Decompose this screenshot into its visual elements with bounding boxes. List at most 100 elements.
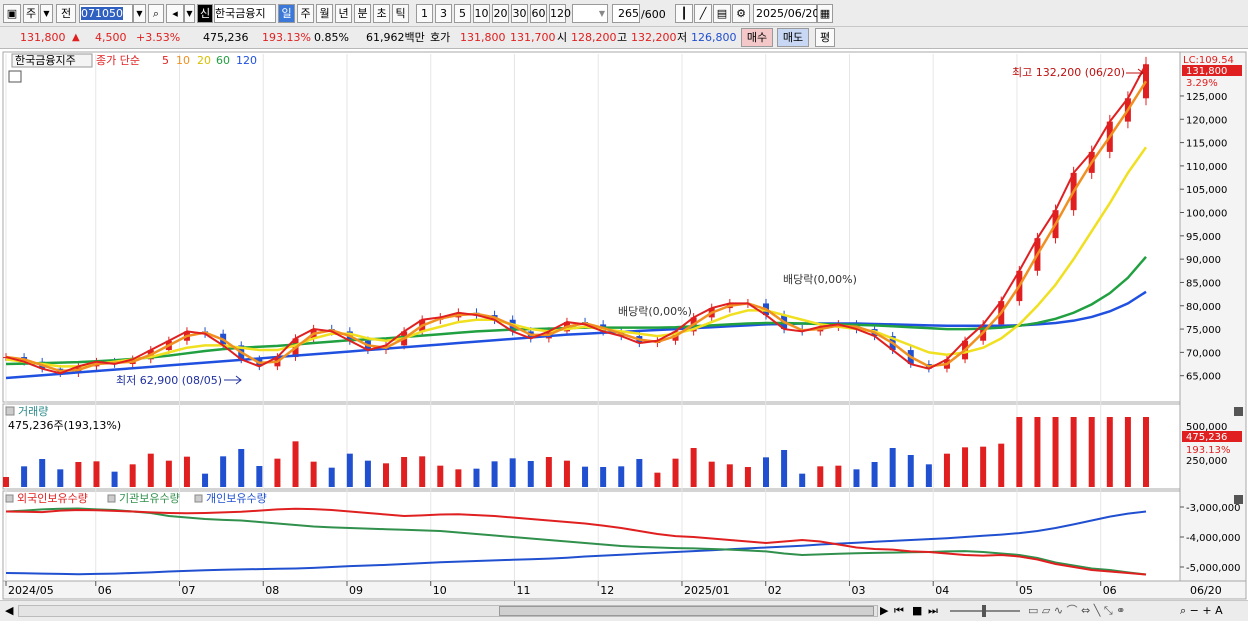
period-tab-1[interactable]: 주	[297, 4, 314, 23]
x-tick-label: 06	[98, 584, 112, 597]
last-volume-label: 475,236	[1186, 432, 1227, 443]
interval-tab-7[interactable]: 120	[549, 4, 571, 23]
buy-button[interactable]: 매수	[741, 28, 773, 47]
zoom-slider[interactable]	[950, 605, 1020, 617]
interval-tab-5[interactable]: 30	[511, 4, 528, 23]
price-tick-label: 80,000	[1186, 302, 1221, 313]
period-tab-5[interactable]: 초	[373, 4, 390, 23]
status-bar: ◀ ▶ ⏮ ■ ⏭ ▭ ▱ ∿ ⌒ ⇔ ╲ ⤡ ⚭ ⌕ − + A	[0, 600, 1248, 621]
period-tab-0[interactable]: 일	[278, 4, 295, 23]
period-tab-4[interactable]: 분	[354, 4, 371, 23]
volume-bar	[220, 456, 227, 487]
volume-bar	[1143, 417, 1149, 487]
volume-bar	[853, 469, 860, 487]
volume-bar	[1106, 417, 1113, 487]
volume-bar	[1052, 417, 1059, 487]
volume-bar	[672, 458, 679, 487]
period-select[interactable]: 주	[23, 4, 39, 23]
volume-bar	[401, 457, 408, 487]
scroll-left-icon[interactable]: ◀	[5, 604, 13, 618]
credit-badge: 신	[197, 4, 213, 23]
annotation-high: 최고 132,200 (06/20)	[1012, 66, 1125, 79]
ma-legend-120: 120	[236, 54, 257, 67]
annotation-dividend: 배당락(0,00%)	[783, 273, 857, 286]
line-tool-icon[interactable]: ╱	[694, 4, 712, 23]
legend-toggle-icon[interactable]	[194, 494, 203, 503]
volume-close-icon[interactable]	[1234, 407, 1243, 416]
high-price: 132,200	[631, 31, 677, 44]
code-value: 071050	[81, 7, 123, 20]
scroll-right-icon[interactable]: ▶	[880, 604, 888, 618]
code-input[interactable]: 071050	[79, 4, 133, 23]
calculator-icon[interactable]	[8, 70, 22, 83]
interval-tab-3[interactable]: 10	[473, 4, 490, 23]
speaker-dropdown-icon[interactable]: ▼	[184, 4, 195, 23]
volume-bar	[57, 469, 64, 487]
volume-bar	[600, 467, 607, 487]
stock-chart[interactable]: 65,000 70,000 75,000 80,000 85,000 90,000 95,0…	[0, 49, 1248, 600]
x-right-label: 06/20	[1190, 584, 1222, 597]
volume-bar	[3, 477, 9, 487]
volume-bar	[346, 453, 353, 487]
pyeong-button[interactable]: 평	[815, 28, 835, 47]
volume-bar	[907, 455, 914, 487]
current-price: 131,800	[20, 31, 66, 44]
volume-bar	[274, 458, 281, 487]
volume-bar	[364, 460, 371, 487]
save-icon[interactable]: ▤	[713, 4, 731, 23]
window-icon[interactable]: ▣	[3, 4, 21, 23]
holdings-close-icon[interactable]	[1234, 495, 1243, 504]
volume-bar	[835, 465, 842, 487]
candle-icon[interactable]: ┃	[675, 4, 693, 23]
volume-bar	[1088, 417, 1095, 487]
interval-tab-6[interactable]: 60	[530, 4, 547, 23]
volume-bar	[383, 463, 389, 487]
interval-tab-2[interactable]: 5	[454, 4, 471, 23]
calendar-icon[interactable]: ▦	[817, 4, 833, 23]
interval-tab-4[interactable]: 20	[492, 4, 509, 23]
interval-tab-1[interactable]: 3	[435, 4, 452, 23]
volume: 475,236	[203, 31, 249, 44]
legend-individual: 개인보유수량	[206, 492, 267, 505]
open-label: 시	[557, 31, 568, 44]
legend-foreign: 외국인보유수량	[17, 492, 88, 505]
open-price: 128,200	[571, 31, 617, 44]
price-tick-label: 85,000	[1186, 278, 1221, 289]
x-tick-label: 2024/05	[8, 584, 54, 597]
horizontal-scrollbar[interactable]	[18, 605, 878, 617]
change: 4,500	[95, 31, 127, 44]
holdings-tick-label: -3,000,000	[1186, 503, 1241, 514]
stop-icon[interactable]: ■	[912, 604, 922, 618]
stock-name[interactable]: 한국금융지	[214, 4, 276, 23]
volume-bar	[310, 461, 317, 487]
zoom-icons[interactable]: ⌕ − + A	[1180, 604, 1223, 618]
x-tick-label: 2025/01	[684, 584, 730, 597]
period-tab-3[interactable]: 년	[335, 4, 352, 23]
volume-bar	[473, 468, 480, 487]
scroll-thumb[interactable]	[499, 606, 874, 616]
period-tab-6[interactable]: 틱	[392, 4, 409, 23]
chevron-down-icon[interactable]: ▼	[40, 4, 53, 23]
gear-icon[interactable]: ⚙	[732, 4, 750, 23]
legend-toggle-icon[interactable]	[5, 494, 14, 503]
search-icon[interactable]: ⌕	[148, 4, 164, 23]
volume-toggle-icon[interactable]	[5, 406, 15, 416]
date-input[interactable]: 2025/06/20	[753, 4, 819, 23]
count-input[interactable]: 265	[612, 4, 640, 23]
volume-bar	[165, 460, 172, 487]
tool-icons[interactable]: ▭ ▱ ∿ ⌒ ⇔ ╲ ⤡ ⚭	[1028, 604, 1125, 618]
sell-button[interactable]: 매도	[777, 28, 809, 47]
interval-tab-0[interactable]: 1	[416, 4, 433, 23]
legend-toggle-icon[interactable]	[107, 494, 116, 503]
prev-button[interactable]: 전	[56, 4, 76, 23]
period-tab-2[interactable]: 월	[316, 4, 333, 23]
code-dropdown-icon[interactable]: ▼	[133, 4, 146, 23]
volume-ratio: 193.13%	[262, 31, 311, 44]
speaker-icon[interactable]: ◂	[166, 4, 184, 23]
volume-bar	[21, 466, 28, 487]
x-tick-label: 12	[600, 584, 614, 597]
volume-bar	[527, 461, 534, 487]
rewind-icon[interactable]: ⏮	[894, 604, 904, 618]
interval-input[interactable]: ▼	[572, 4, 608, 23]
forward-icon[interactable]: ⏭	[928, 604, 938, 618]
